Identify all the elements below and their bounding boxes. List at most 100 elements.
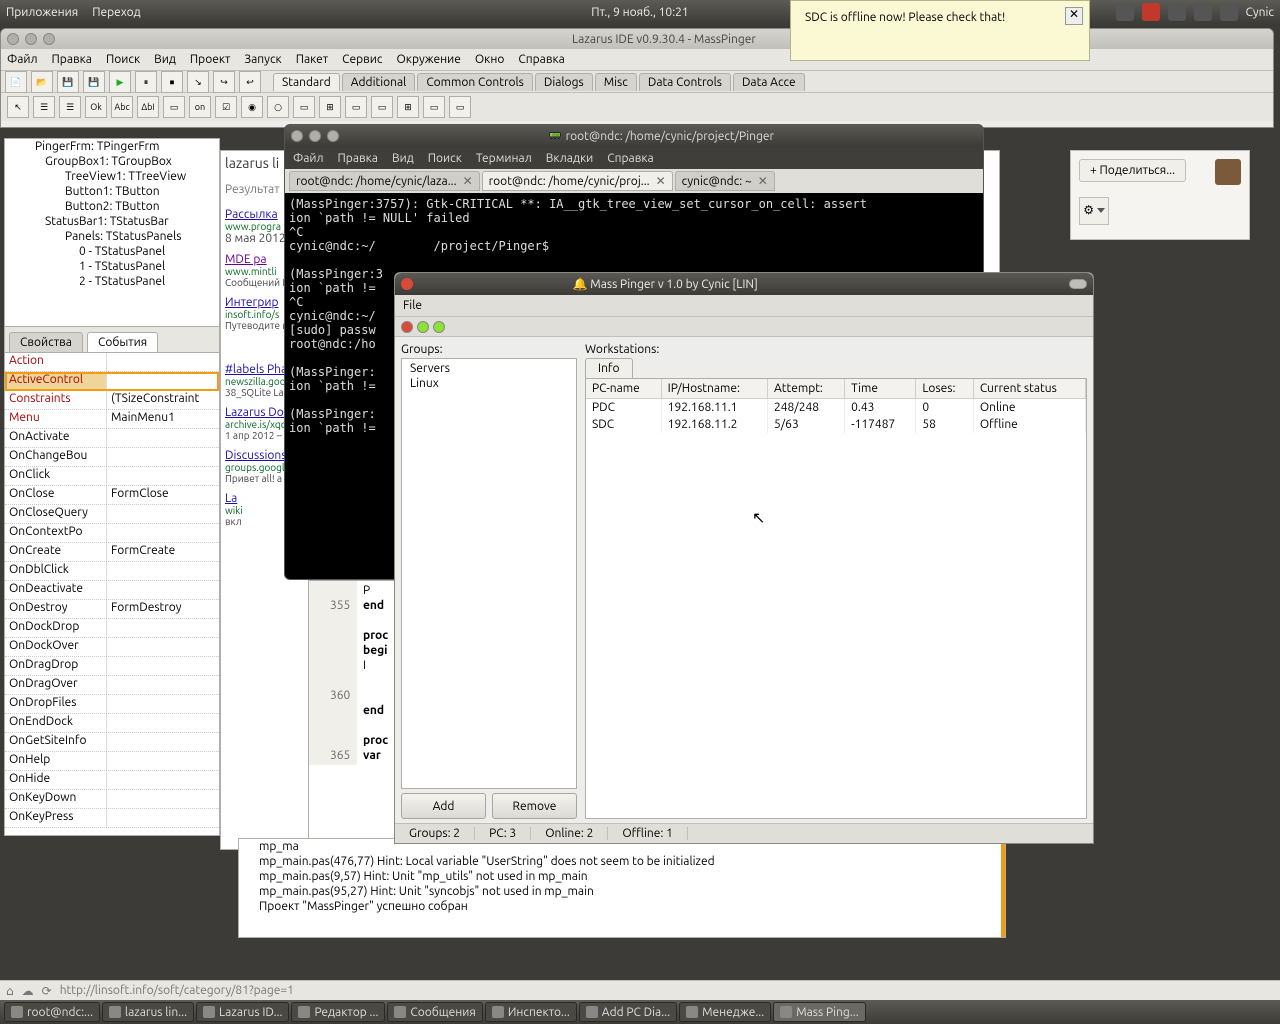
property-row[interactable]: OnKeyPress [5, 809, 219, 828]
menu-item[interactable]: Пакет [296, 53, 328, 66]
home-icon[interactable]: ⌂ [6, 984, 14, 998]
property-row[interactable]: OnDragDrop [5, 657, 219, 676]
indicator-icon[interactable] [1194, 3, 1212, 21]
menu-item[interactable]: Файл [7, 53, 38, 66]
property-value[interactable] [107, 771, 219, 789]
search-result-link[interactable]: Lazarus Doc [225, 406, 289, 419]
window-titlebar[interactable]: 📟 root@ndc: /home/cynic/project/Pinger [285, 125, 983, 147]
panel-clock[interactable]: Пт., 9 нояб., 10:21 [591, 6, 688, 19]
object-inspector-grid[interactable]: ActionActiveControlConstraints(TSizeCons… [4, 352, 220, 836]
minimize-icon[interactable] [1069, 279, 1087, 289]
menu-file[interactable]: File [403, 299, 422, 312]
menu-item[interactable]: Правка [338, 152, 378, 165]
maximize-icon[interactable] [43, 33, 55, 45]
property-value[interactable] [107, 467, 219, 485]
toolbar-button[interactable]: 📂 [31, 71, 53, 93]
toolbar-button[interactable]: 📄 [5, 71, 27, 93]
component-icon[interactable]: ▭ [163, 96, 185, 118]
property-value[interactable]: FormDestroy [107, 600, 219, 618]
property-value[interactable] [107, 562, 219, 580]
property-value[interactable]: FormCreate [107, 543, 219, 561]
column-header[interactable]: Loses: [916, 379, 974, 399]
component-icon[interactable]: on [189, 96, 211, 118]
tree-node[interactable]: PingerFrm: TPingerFrm [5, 139, 219, 154]
status-dot-green[interactable] [433, 321, 445, 333]
run-button[interactable]: ▶ [109, 71, 131, 93]
property-row[interactable]: OnHide [5, 771, 219, 790]
component-icon[interactable]: ○ [267, 96, 289, 118]
close-icon[interactable]: ✕ [1065, 7, 1083, 25]
menu-item[interactable]: Окно [475, 53, 505, 66]
list-item[interactable]: Servers [404, 361, 574, 376]
palette-tab[interactable]: Data Controls [639, 73, 731, 91]
pointer-icon[interactable]: ↖ [7, 96, 29, 118]
property-row[interactable]: OnDragOver [5, 676, 219, 695]
taskbar-item[interactable]: Редактор ... [291, 1002, 385, 1022]
taskbar-item[interactable]: Add PC Dia... [579, 1002, 677, 1022]
toolbar-button[interactable]: 💾 [83, 71, 105, 93]
taskbar-item[interactable]: Lazarus ID... [196, 1002, 289, 1022]
close-icon[interactable] [7, 33, 19, 45]
property-row[interactable]: OnCloseQuery [5, 505, 219, 524]
message-line[interactable]: mp_main.pas(476,77) Hint: Local variable… [239, 854, 1005, 869]
close-icon[interactable] [291, 130, 303, 142]
groups-list[interactable]: Servers Linux [401, 358, 577, 789]
component-icon[interactable]: ◉ [241, 96, 263, 118]
pause-button[interactable]: ⏸ [135, 71, 157, 93]
property-value[interactable] [107, 505, 219, 523]
property-row[interactable]: OnDockOver [5, 638, 219, 657]
places-menu[interactable]: Переход [92, 6, 141, 19]
tree-node[interactable]: 1 - TStatusPanel [5, 259, 219, 274]
property-value[interactable] [107, 448, 219, 466]
menu-item[interactable]: Терминал [476, 152, 532, 165]
menu-item[interactable]: Окружение [396, 53, 460, 66]
palette-tab[interactable]: Additional [342, 73, 416, 91]
property-value[interactable] [107, 524, 219, 542]
search-result-link[interactable]: Рассылка [225, 208, 278, 221]
property-row[interactable]: OnActivate [5, 429, 219, 448]
column-header[interactable]: PC-name [586, 379, 661, 399]
component-icon[interactable]: ⊞ [397, 96, 419, 118]
property-value[interactable] [107, 638, 219, 656]
menu-item[interactable]: Вкладки [546, 152, 594, 165]
menu-item[interactable]: Правка [52, 53, 92, 66]
tab-properties[interactable]: Свойства [9, 332, 83, 352]
property-row[interactable]: OnDockDrop [5, 619, 219, 638]
add-button[interactable]: Add [401, 793, 486, 819]
property-row[interactable]: OnHelp [5, 752, 219, 771]
property-value[interactable] [107, 733, 219, 751]
search-result-link[interactable]: #labels Phas [225, 363, 292, 376]
component-icon[interactable]: ▭ [345, 96, 367, 118]
tree-node[interactable]: GroupBox1: TGroupBox [5, 154, 219, 169]
property-value[interactable]: (TSizeConstraint [107, 391, 219, 409]
property-value[interactable] [107, 790, 219, 808]
property-value[interactable] [107, 429, 219, 447]
avatar[interactable] [1215, 159, 1241, 185]
search-result-link[interactable]: Интегрир [225, 296, 279, 309]
list-item[interactable]: Linux [404, 376, 574, 391]
property-value[interactable] [107, 372, 219, 390]
property-value[interactable] [107, 676, 219, 694]
indicator-icon[interactable] [1142, 3, 1160, 21]
close-icon[interactable]: ✕ [758, 174, 768, 188]
property-row[interactable]: Constraints(TSizeConstraint [5, 391, 219, 410]
tree-node[interactable]: 0 - TStatusPanel [5, 244, 219, 259]
taskbar-item[interactable]: lazarus lin... [102, 1002, 194, 1022]
chat-icon[interactable] [1220, 3, 1238, 21]
column-header[interactable]: Current status [973, 379, 1085, 399]
property-value[interactable] [107, 619, 219, 637]
search-result-link[interactable]: Discussions [225, 449, 286, 462]
property-value[interactable] [107, 714, 219, 732]
property-row[interactable]: OnChangeBou [5, 448, 219, 467]
component-icon[interactable]: Ok [85, 96, 107, 118]
property-row[interactable]: ActiveControl [5, 372, 219, 391]
remove-button[interactable]: Remove [492, 793, 577, 819]
property-row[interactable]: OnDblClick [5, 562, 219, 581]
property-row[interactable]: MenuMainMenu1 [5, 410, 219, 429]
property-value[interactable]: MainMenu1 [107, 410, 219, 428]
terminal-tab[interactable]: root@ndc: /home/cynic/proj...✕ [482, 171, 673, 191]
property-value[interactable] [107, 581, 219, 599]
component-icon[interactable]: ☑ [215, 96, 237, 118]
property-value[interactable] [107, 752, 219, 770]
property-row[interactable]: OnCreateFormCreate [5, 543, 219, 562]
